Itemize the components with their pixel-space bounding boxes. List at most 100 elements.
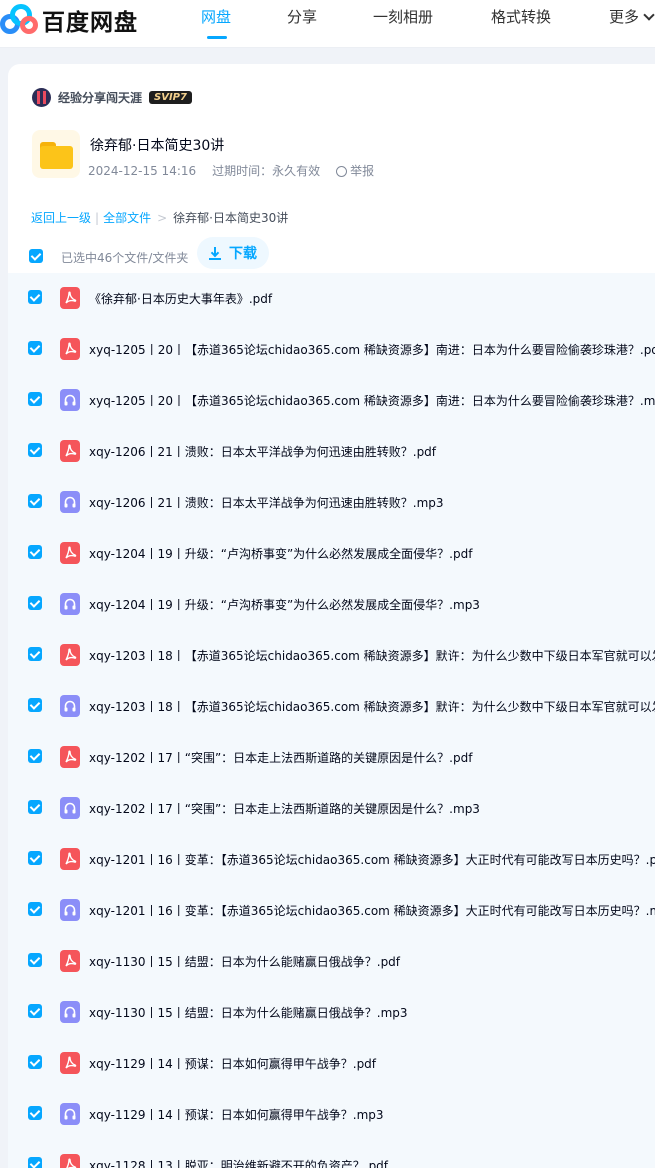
file-name[interactable]: xqy-1203丨18丨【赤道365论坛chidao365.com 稀缺资源多】… (89, 647, 655, 664)
pdf-file-icon (60, 542, 80, 564)
breadcrumb-current: 徐弃郁·日本简史30讲 (173, 211, 289, 225)
file-checkbox[interactable] (28, 1157, 42, 1168)
sharer-info: 经验分享闯天涯 SVIP7 (32, 88, 192, 107)
nav-tab-netdisk[interactable]: 网盘 (201, 6, 231, 27)
pdf-file-icon (60, 1154, 80, 1168)
file-row[interactable]: xqy-1201丨16丨变革：【赤道365论坛chidao365.com 稀缺资… (8, 834, 655, 885)
audio-file-icon (60, 899, 80, 921)
file-row[interactable]: xqy-1129丨14丨预谋：日本如何赢得甲午战争？.pdf (8, 1038, 655, 1089)
breadcrumb: 返回上一级 | 全部文件 > 徐弃郁·日本简史30讲 (31, 209, 288, 226)
audio-file-icon (60, 695, 80, 717)
file-name[interactable]: xqy-1204丨19丨升级：“卢沟桥事变”为什么必然发展成全面侵华？.pdf (89, 545, 472, 562)
breadcrumb-chevron-icon: > (157, 210, 168, 225)
file-checkbox[interactable] (28, 647, 42, 661)
nav-tab-album[interactable]: 一刻相册 (373, 6, 433, 27)
file-row[interactable]: xqy-1130丨15丨结盟：日本为什么能赌赢日俄战争？.pdf (8, 936, 655, 987)
file-name[interactable]: xqy-1206丨21丨溃败：日本太平洋战争为何迅速由胜转败？.pdf (89, 443, 436, 460)
file-checkbox[interactable] (28, 749, 42, 763)
nav-tab-format-convert[interactable]: 格式转换 (491, 6, 551, 27)
file-row[interactable]: xqy-1202丨17丨“突围”：日本走上法西斯道路的关键原因是什么？.pdf (8, 732, 655, 783)
pdf-file-icon (60, 848, 80, 870)
pdf-file-icon (60, 950, 80, 972)
file-name[interactable]: xqy-1206丨21丨溃败：日本太平洋战争为何迅速由胜转败？.mp3 (89, 494, 444, 511)
nav-tab-more[interactable]: 更多 (609, 6, 655, 27)
file-checkbox[interactable] (28, 1106, 42, 1120)
audio-file-icon (60, 389, 80, 411)
download-button[interactable]: 下载 (197, 237, 269, 269)
file-checkbox[interactable] (28, 392, 42, 406)
nav-more-label: 更多 (609, 8, 640, 26)
file-name[interactable]: xyq-1205丨20丨【赤道365论坛chidao365.com 稀缺资源多】… (89, 392, 655, 409)
file-name[interactable]: xqy-1202丨17丨“突围”：日本走上法西斯道路的关键原因是什么？.mp3 (89, 800, 480, 817)
brand-logo[interactable]: 百度网盘 (0, 2, 138, 38)
file-name[interactable]: xyq-1205丨20丨【赤道365论坛chidao365.com 稀缺资源多】… (89, 341, 655, 358)
file-checkbox[interactable] (28, 341, 42, 355)
file-row[interactable]: 《徐弃郁·日本历史大事年表》.pdf (8, 273, 655, 324)
breadcrumb-back[interactable]: 返回上一级 (31, 209, 91, 226)
svip-badge: SVIP7 (149, 91, 192, 104)
sharer-avatar[interactable] (32, 88, 51, 107)
cloud-logo-icon (0, 2, 40, 38)
file-row[interactable]: xyq-1205丨20丨【赤道365论坛chidao365.com 稀缺资源多】… (8, 324, 655, 375)
file-row[interactable]: xqy-1206丨21丨溃败：日本太平洋战争为何迅速由胜转败？.mp3 (8, 477, 655, 528)
file-row[interactable]: xqy-1201丨16丨变革：【赤道365论坛chidao365.com 稀缺资… (8, 885, 655, 936)
download-label: 下载 (229, 246, 257, 262)
file-name[interactable]: xqy-1203丨18丨【赤道365论坛chidao365.com 稀缺资源多】… (89, 698, 655, 715)
active-tab-indicator (207, 36, 227, 39)
audio-file-icon (60, 491, 80, 513)
file-checkbox[interactable] (28, 545, 42, 559)
chevron-down-icon (643, 9, 655, 21)
file-row[interactable]: xqy-1203丨18丨【赤道365论坛chidao365.com 稀缺资源多】… (8, 630, 655, 681)
file-name[interactable]: xqy-1130丨15丨结盟：日本为什么能赌赢日俄战争？.pdf (89, 953, 400, 970)
share-card: 经验分享闯天涯 SVIP7 徐弃郁·日本简史30讲 2024-12-15 14:… (8, 64, 655, 1168)
file-row[interactable]: xqy-1203丨18丨【赤道365论坛chidao365.com 稀缺资源多】… (8, 681, 655, 732)
file-row[interactable]: xqy-1128丨13丨脱亚：明治维新避不开的负资产？.pdf (8, 1140, 655, 1168)
brand-name: 百度网盘 (42, 10, 138, 36)
breadcrumb-separator: | (95, 210, 100, 225)
file-checkbox[interactable] (28, 851, 42, 865)
file-row[interactable]: xqy-1206丨21丨溃败：日本太平洋战争为何迅速由胜转败？.pdf (8, 426, 655, 477)
audio-file-icon (60, 1001, 80, 1023)
report-link[interactable]: 举报 (336, 162, 390, 179)
file-checkbox[interactable] (28, 800, 42, 814)
file-name[interactable]: xqy-1129丨14丨预谋：日本如何赢得甲午战争？.pdf (89, 1055, 376, 1072)
folder-title: 徐弃郁·日本简史30讲 (90, 138, 225, 154)
file-row[interactable]: xqy-1129丨14丨预谋：日本如何赢得甲午战争？.mp3 (8, 1089, 655, 1140)
sharer-name[interactable]: 经验分享闯天涯 (58, 89, 142, 106)
expire-time: 过期时间：永久有效 (212, 164, 321, 178)
file-checkbox[interactable] (28, 596, 42, 610)
file-name[interactable]: xqy-1204丨19丨升级：“卢沟桥事变”为什么必然发展成全面侵华？.mp3 (89, 596, 480, 613)
file-name[interactable]: xqy-1201丨16丨变革：【赤道365论坛chidao365.com 稀缺资… (89, 902, 655, 919)
file-name[interactable]: xqy-1130丨15丨结盟：日本为什么能赌赢日俄战争？.mp3 (89, 1004, 408, 1021)
pdf-file-icon (60, 746, 80, 768)
download-icon (209, 247, 221, 260)
file-checkbox[interactable] (28, 698, 42, 712)
audio-file-icon (60, 593, 80, 615)
pdf-file-icon (60, 644, 80, 666)
selection-bar: 已选中46个文件/文件夹 下载 (8, 237, 655, 273)
select-all-checkbox[interactable] (29, 249, 43, 263)
file-checkbox[interactable] (28, 902, 42, 916)
file-checkbox[interactable] (28, 953, 42, 967)
file-checkbox[interactable] (28, 494, 42, 508)
file-name[interactable]: xqy-1128丨13丨脱亚：明治维新避不开的负资产？.pdf (89, 1157, 388, 1168)
audio-file-icon (60, 797, 80, 819)
file-row[interactable]: xqy-1204丨19丨升级：“卢沟桥事变”为什么必然发展成全面侵华？.mp3 (8, 579, 655, 630)
nav-tab-share[interactable]: 分享 (287, 6, 317, 27)
file-row[interactable]: xyq-1205丨20丨【赤道365论坛chidao365.com 稀缺资源多】… (8, 375, 655, 426)
selected-count: 已选中46个文件/文件夹 (61, 251, 189, 265)
file-name[interactable]: xqy-1129丨14丨预谋：日本如何赢得甲午战争？.mp3 (89, 1106, 384, 1123)
file-checkbox[interactable] (28, 1055, 42, 1069)
file-checkbox[interactable] (28, 443, 42, 457)
file-list: 《徐弃郁·日本历史大事年表》.pdf xyq-1205丨20丨【赤道365论坛ch… (8, 273, 655, 1168)
file-checkbox[interactable] (28, 290, 42, 304)
file-row[interactable]: xqy-1130丨15丨结盟：日本为什么能赌赢日俄战争？.mp3 (8, 987, 655, 1038)
pdf-file-icon (60, 287, 80, 309)
file-checkbox[interactable] (28, 1004, 42, 1018)
file-name[interactable]: xqy-1201丨16丨变革：【赤道365论坛chidao365.com 稀缺资… (89, 851, 655, 868)
file-name[interactable]: 《徐弃郁·日本历史大事年表》.pdf (89, 290, 272, 307)
file-row[interactable]: xqy-1204丨19丨升级：“卢沟桥事变”为什么必然发展成全面侵华？.pdf (8, 528, 655, 579)
file-name[interactable]: xqy-1202丨17丨“突围”：日本走上法西斯道路的关键原因是什么？.pdf (89, 749, 472, 766)
breadcrumb-all-files[interactable]: 全部文件 (103, 209, 151, 226)
file-row[interactable]: xqy-1202丨17丨“突围”：日本走上法西斯道路的关键原因是什么？.mp3 (8, 783, 655, 834)
